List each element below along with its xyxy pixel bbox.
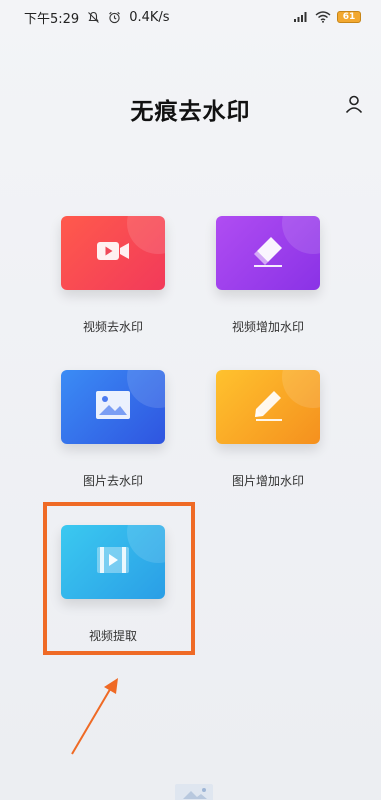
highlight-box	[43, 502, 195, 655]
network-speed: 0.4K/s	[129, 9, 170, 25]
signal-icon	[293, 11, 309, 23]
video-camera-icon	[93, 236, 133, 270]
tile-card[interactable]	[216, 216, 320, 290]
user-icon[interactable]	[343, 93, 365, 115]
alarm-icon	[108, 11, 121, 24]
mute-icon	[87, 11, 100, 24]
arrow-annotation	[66, 676, 126, 762]
tile-card[interactable]	[216, 370, 320, 444]
tile-label: 视频增加水印	[231, 320, 304, 334]
tile-card[interactable]	[61, 370, 165, 444]
page-title: 无痕去水印	[130, 99, 251, 125]
wifi-icon	[315, 11, 331, 23]
tile-label: 视频去水印	[82, 320, 143, 334]
status-time: 下午5:29	[24, 11, 80, 27]
battery-icon: 61	[337, 11, 361, 23]
tile-video-remove-watermark[interactable]: 视频去水印	[38, 216, 188, 335]
bottom-image-thumbnail	[175, 784, 213, 800]
tile-card[interactable]	[61, 216, 165, 290]
status-bar: 下午5:29 0.4K/s 61	[0, 0, 381, 34]
eraser-icon	[248, 233, 288, 273]
tile-label: 图片增加水印	[231, 474, 304, 488]
pencil-icon	[248, 387, 288, 427]
tile-image-remove-watermark[interactable]: 图片去水印	[38, 370, 188, 489]
tile-label: 图片去水印	[82, 474, 143, 488]
image-icon	[93, 388, 133, 426]
tile-video-add-watermark[interactable]: 视频增加水印	[193, 216, 343, 335]
tile-image-add-watermark[interactable]: 图片增加水印	[193, 370, 343, 489]
